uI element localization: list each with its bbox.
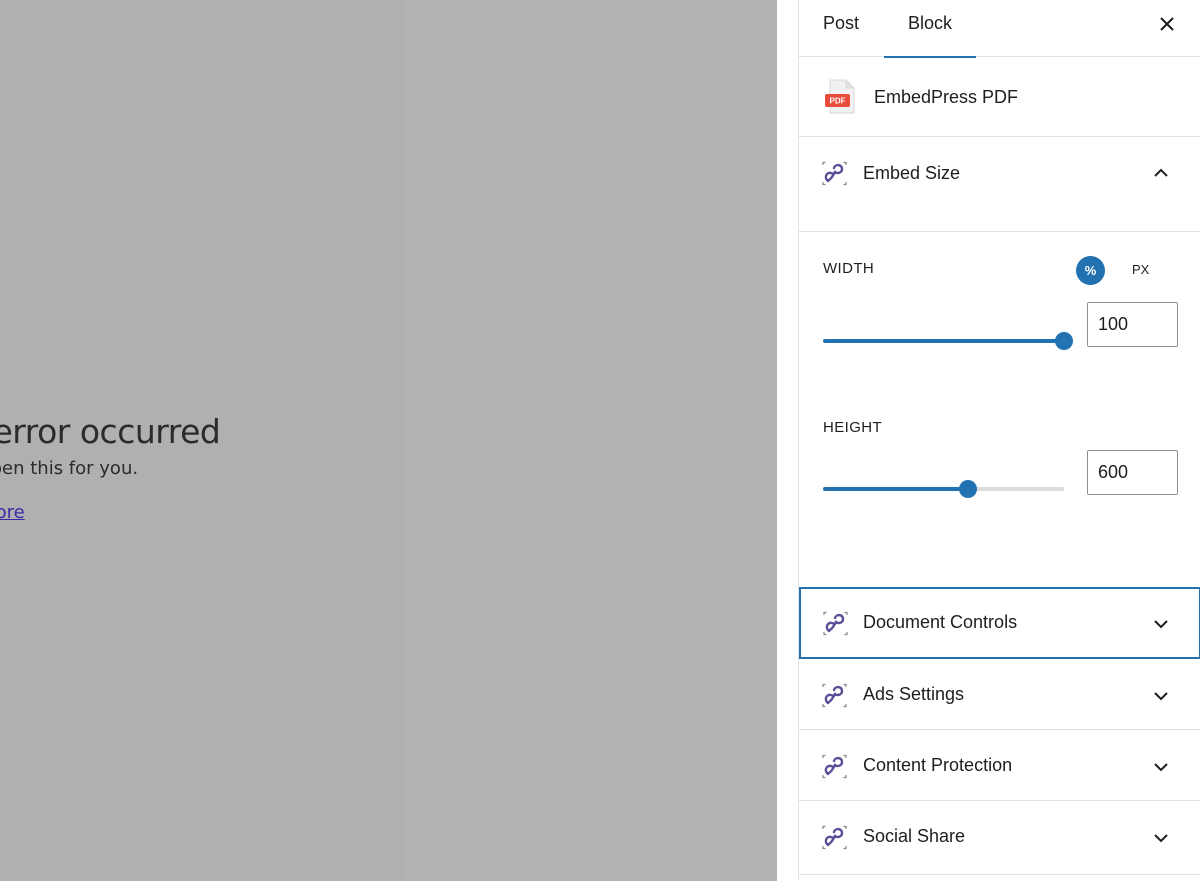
embedpress-icon — [822, 825, 847, 850]
block-card: PDF EmbedPress PDF — [799, 57, 1200, 137]
tab-post[interactable]: Post — [823, 0, 859, 57]
close-sidebar-button[interactable] — [1152, 9, 1182, 39]
panel-document-controls-title: Document Controls — [863, 612, 1018, 632]
panel-ads-settings-title: Ads Settings — [863, 684, 965, 704]
width-input[interactable] — [1087, 302, 1178, 347]
pdf-file-icon: PDF — [825, 79, 855, 114]
chevron-down-icon — [1154, 692, 1168, 701]
settings-sidebar: Post Block PDF EmbedPress PDF Embed Size — [798, 0, 1200, 881]
svg-text:PDF: PDF — [830, 97, 846, 106]
block-name: EmbedPress PDF — [874, 87, 1019, 107]
panel-social-share[interactable]: Social Share — [799, 801, 1200, 875]
embedpress-icon — [823, 611, 848, 636]
panel-document-controls[interactable]: Document Controls — [799, 587, 1200, 659]
unit-px-button[interactable]: PX — [1132, 262, 1149, 277]
embedpress-icon — [822, 161, 847, 186]
chevron-up-icon — [1154, 168, 1168, 177]
sidebar-tabs: Post Block — [799, 0, 1200, 58]
error-message: Sorry, we can't open this for you. — [0, 458, 139, 479]
unit-percent-button[interactable]: % — [1076, 256, 1105, 285]
chevron-down-icon — [1154, 620, 1168, 629]
embedpress-icon — [822, 683, 847, 708]
height-label: HEIGHT — [823, 419, 883, 436]
panel-content-protection-title: Content Protection — [863, 755, 1013, 775]
chevron-down-icon — [1154, 763, 1168, 772]
width-slider-thumb[interactable] — [1055, 332, 1073, 350]
close-icon — [1160, 17, 1174, 31]
editor-gutter — [777, 0, 799, 881]
panel-embed-size-toggle[interactable]: Embed Size — [799, 137, 1200, 210]
width-label: WIDTH — [823, 260, 875, 277]
width-slider-fill — [823, 339, 1064, 343]
block-preview: An error occurred Sorry, we can't open t… — [0, 0, 777, 881]
height-slider-thumb[interactable] — [958, 480, 977, 498]
panel-social-share-title: Social Share — [863, 826, 966, 846]
height-slider-fill — [823, 487, 968, 491]
embedpress-icon — [822, 754, 847, 779]
error-title: An error occurred — [0, 412, 221, 451]
panel-content-protection[interactable]: Content Protection — [799, 730, 1200, 801]
height-slider[interactable] — [823, 480, 1064, 498]
tab-block[interactable]: Block — [884, 0, 976, 58]
width-slider[interactable] — [823, 332, 1073, 350]
learn-more-link[interactable]: Learn more — [0, 502, 25, 523]
panel-ads-settings[interactable]: Ads Settings — [799, 659, 1200, 730]
embed-size-body — [799, 232, 1200, 588]
height-input[interactable] — [1087, 450, 1178, 495]
panel-embed-size: Embed Size — [799, 137, 1200, 232]
panel-embed-size-title: Embed Size — [863, 163, 961, 183]
chevron-down-icon — [1154, 834, 1168, 843]
